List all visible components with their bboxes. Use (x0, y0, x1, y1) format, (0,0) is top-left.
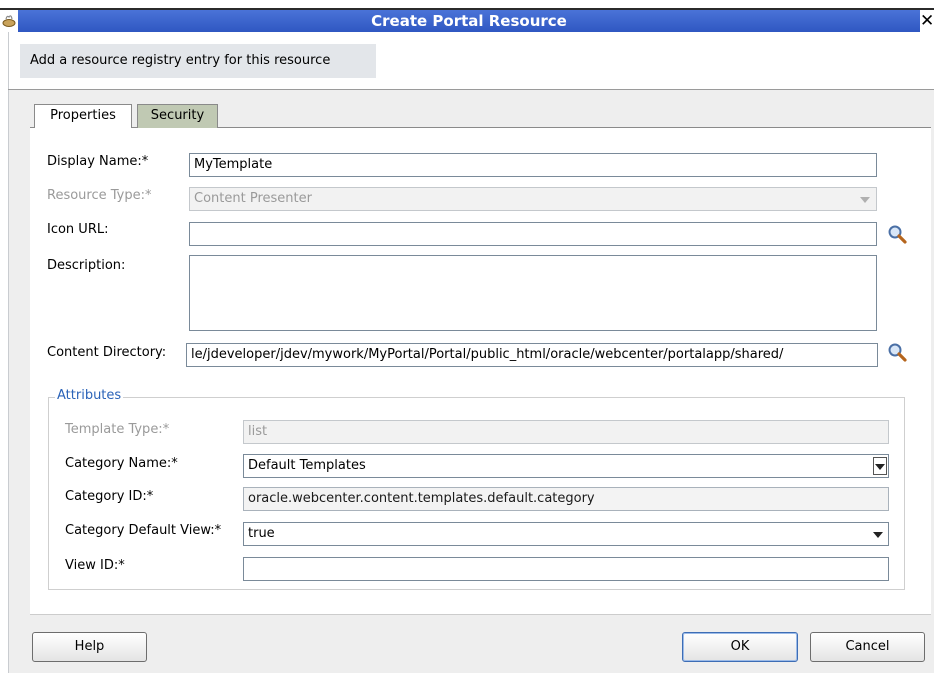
tab-properties[interactable]: Properties (34, 104, 132, 128)
tab-security[interactable]: Security (137, 104, 218, 128)
icon-url-input[interactable] (189, 222, 877, 246)
template-type-label: Template Type:* (65, 422, 170, 437)
category-default-view-label: Category Default View:* (65, 523, 222, 538)
close-icon[interactable]: ✕ (920, 12, 934, 30)
description-label: Description: (47, 258, 126, 273)
resource-type-chevron-icon (860, 197, 870, 203)
attributes-group-title: Attributes (55, 387, 124, 405)
view-id-label: View ID:* (65, 558, 125, 573)
icon-url-label: Icon URL: (47, 222, 109, 237)
resource-type-value: Content Presenter (194, 191, 312, 206)
category-name-chevron-icon (875, 464, 885, 470)
template-type-input: list (243, 420, 889, 444)
category-default-view-select[interactable]: true (243, 522, 889, 546)
content-directory-label: Content Directory: (47, 345, 167, 360)
icon-url-search-icon[interactable] (887, 224, 909, 246)
view-id-input[interactable] (243, 557, 889, 581)
window-title: Create Portal Resource (371, 12, 567, 30)
category-name-combobox[interactable]: Default Templates (243, 454, 889, 478)
category-default-view-chevron-icon (873, 532, 883, 538)
help-button[interactable]: Help (32, 632, 147, 662)
header-text: Add a resource registry entry for this r… (30, 53, 331, 68)
header-divider (8, 89, 934, 90)
resource-type-select: Content Presenter (189, 187, 877, 211)
content-directory-search-icon[interactable] (887, 342, 909, 364)
display-name-input[interactable]: MyTemplate (189, 153, 877, 177)
cancel-button[interactable]: Cancel (810, 632, 925, 662)
ok-button[interactable]: OK (682, 632, 798, 662)
app-icon (2, 15, 16, 27)
category-name-value: Default Templates (248, 458, 366, 473)
category-default-view-value: true (248, 526, 275, 541)
category-id-input: oracle.webcenter.content.templates.defau… (243, 487, 889, 511)
resource-type-label: Resource Type:* (47, 188, 152, 203)
content-directory-input[interactable]: le/jdeveloper/jdev/mywork/MyPortal/Porta… (186, 343, 878, 367)
description-textarea[interactable] (189, 255, 877, 331)
category-name-label: Category Name:* (65, 456, 178, 471)
display-name-label: Display Name:* (47, 154, 149, 169)
category-id-label: Category ID:* (65, 489, 154, 504)
